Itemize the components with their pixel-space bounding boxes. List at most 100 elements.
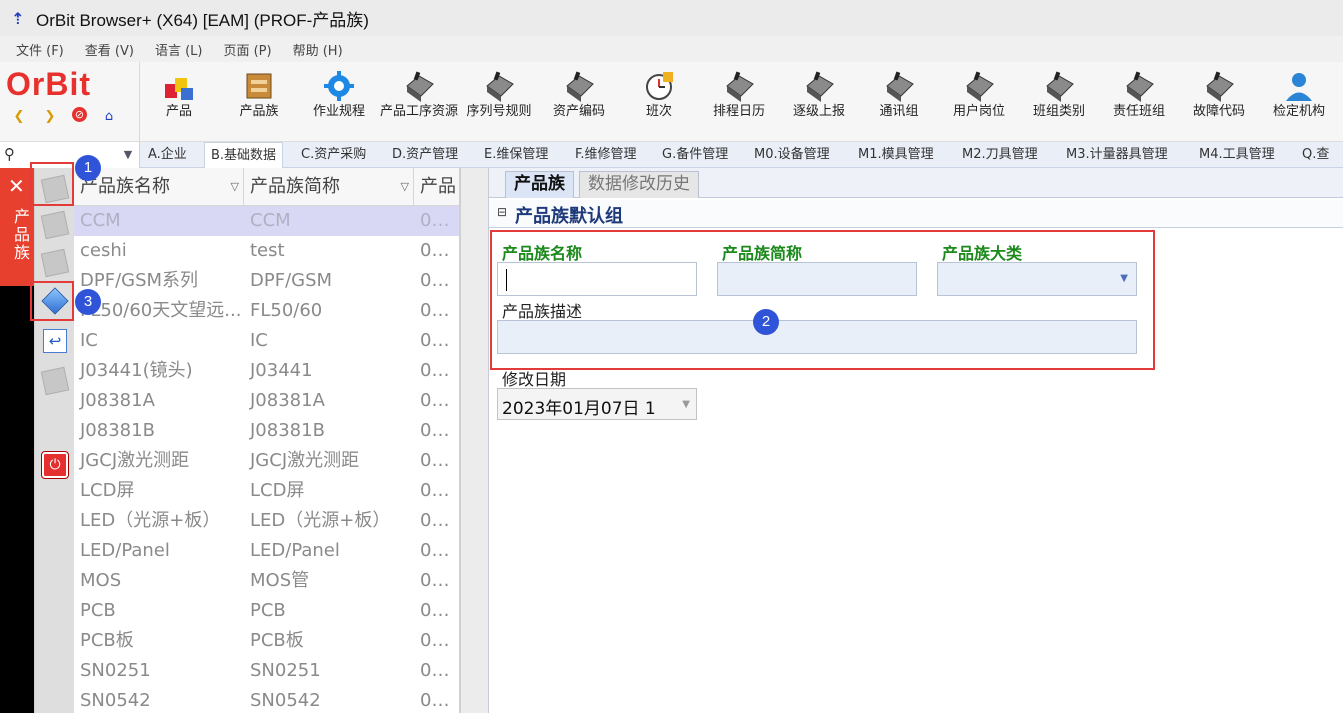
table-row[interactable]: J08381B J08381B 00Cl (74, 416, 459, 446)
module-tab-8[interactable]: M1.模具管理 (852, 142, 940, 168)
table-row[interactable]: JGCJ激光测距 JGCJ激光测距 00Cl (74, 446, 459, 476)
table-cell: 00Cl (420, 360, 460, 381)
scanner-icon (481, 68, 517, 104)
module-tab-12[interactable]: Q.查询 (1296, 142, 1343, 188)
chevron-down-icon[interactable]: ▼ (682, 399, 690, 410)
table-row[interactable]: FL50/60天文望远... FL50/60 00Cl (74, 296, 460, 326)
table-row[interactable]: LED（光源+板） LED（光源+板） 00Cl (74, 506, 460, 536)
table-cell: 00Cl (420, 510, 460, 531)
table-cell: IC (250, 330, 268, 351)
toolbar-button-1[interactable]: 产品族 (219, 66, 299, 142)
menu-file[interactable]: 文件 (F) (16, 40, 64, 59)
back-arrow-icon[interactable]: ❮ (10, 107, 28, 125)
menu-language[interactable]: 语言 (L) (155, 40, 203, 59)
toolbar-button-12[interactable]: 责任班组 (1099, 66, 1179, 142)
toolbar-button-6[interactable]: 班次 (619, 66, 699, 142)
stop-icon[interactable]: ⊘ (72, 107, 87, 122)
side-tab-product-family[interactable]: ✕ 产品族 (0, 168, 34, 286)
toolbar-button-2[interactable]: 作业规程 (299, 66, 379, 142)
table-row[interactable]: J03441(镜头) J03441 00Cl (74, 356, 460, 386)
step-badge-3: 3 (75, 289, 101, 315)
module-tab-10[interactable]: M3.计量器具管理 (1060, 142, 1174, 168)
toolbar-button-label: 逐级上报 (792, 104, 845, 119)
highlight-box-2 (490, 230, 1155, 370)
module-tab-2[interactable]: C.资产采购 (295, 142, 372, 168)
chevron-down-icon[interactable]: ▼ (118, 145, 138, 165)
table-row[interactable]: J08381A J08381A 00Cl (74, 386, 460, 416)
gear-icon (321, 68, 357, 104)
toolbar-button-9[interactable]: 通讯组 (859, 66, 939, 142)
module-tab-6[interactable]: G.备件管理 (656, 142, 734, 168)
module-tab-5[interactable]: F.维修管理 (569, 142, 643, 168)
table-row[interactable]: SN0251 SN0251 00Cl (74, 656, 459, 686)
toolbar-button-4[interactable]: 序列号规则 (459, 66, 539, 142)
toolbar-button-7[interactable]: 排程日历 (699, 66, 779, 142)
table-cell: 00Cl (420, 390, 460, 411)
table-cell: J08381A (80, 390, 155, 411)
module-tab-4[interactable]: E.维保管理 (478, 142, 554, 168)
toolbar-button-label: 产品 (165, 104, 192, 119)
scanner-icon (721, 68, 757, 104)
table-row[interactable]: LCD屏 LCD屏 00Cl (74, 476, 460, 506)
table-cell: LCD屏 (80, 480, 135, 501)
toolbar-button-label: 用户岗位 (952, 104, 1005, 119)
home-icon[interactable]: ⌂ (100, 107, 118, 125)
module-tab-9[interactable]: M2.刀具管理 (956, 142, 1044, 168)
module-tab-11[interactable]: M4.工具管理 (1193, 142, 1281, 168)
column-header-short[interactable]: 产品族简称 ▽ (244, 168, 414, 206)
menu-page[interactable]: 页面 (P) (223, 40, 271, 59)
toolbar-button-label: 序列号规则 (466, 104, 532, 119)
table-cell: SN0542 (80, 690, 151, 711)
forward-arrow-icon[interactable]: ❯ (41, 107, 59, 125)
module-tab-3[interactable]: D.资产管理 (386, 142, 464, 168)
table-cell: DPF/GSM系列 (80, 270, 199, 291)
toolbar-button-11[interactable]: 班组类别 (1019, 66, 1099, 142)
toolbar-button-5[interactable]: 资产编码 (539, 66, 619, 142)
table-row[interactable]: PCB PCB 00Cl (74, 596, 459, 626)
return-icon[interactable]: ↩ (39, 326, 71, 356)
splitter[interactable] (460, 168, 488, 713)
edit-icon[interactable] (39, 248, 71, 278)
table-row[interactable]: LED/Panel LED/Panel 00Cl (74, 536, 459, 566)
toolbar-button-10[interactable]: 用户岗位 (939, 66, 1019, 142)
toolbar-button-8[interactable]: 逐级上报 (779, 66, 859, 142)
table-cell: 00Cl (420, 480, 460, 501)
tab-data-history[interactable]: 数据修改历史 (579, 171, 699, 198)
table-row[interactable]: PCB板 PCB板 00Cl (74, 626, 459, 656)
tab-product-family[interactable]: 产品族 (505, 171, 574, 198)
table-cell: 00Cl (420, 300, 460, 321)
menu-help[interactable]: 帮助 (H) (293, 40, 343, 59)
module-tab-0[interactable]: A.企业 (142, 142, 193, 168)
clock-icon (641, 68, 677, 104)
menu-view[interactable]: 查看 (V) (85, 40, 134, 59)
table-row[interactable]: CCM CCM 00Cl (74, 206, 459, 236)
close-icon[interactable]: ✕ (8, 174, 25, 198)
column-header-product[interactable]: 产品 (414, 168, 459, 206)
table-row[interactable]: SN0542 SN0542 00Cl (74, 686, 459, 713)
toolbar-button-13[interactable]: 故障代码 (1179, 66, 1259, 142)
window-title: OrBit Browser+ (X64) [EAM] (PROF-产品族) (36, 10, 369, 30)
table-row[interactable]: ceshi test 00Cl (74, 236, 460, 266)
exit-icon[interactable]: ⏻ (39, 450, 71, 480)
table-row[interactable]: IC IC 00Cl (74, 326, 459, 356)
copy-icon[interactable] (39, 210, 71, 240)
module-tab-1[interactable]: B.基础数据 (204, 142, 284, 168)
table-cell: 00Cl (420, 240, 460, 261)
toolbar-button-3[interactable]: 产品工序资源 (379, 66, 459, 142)
filter-icon[interactable]: ▽ (401, 168, 409, 206)
group-header[interactable]: ⊟ 产品族默认组 (489, 200, 1343, 228)
toolbar-button-label: 责任班组 (1112, 104, 1165, 119)
toolbar-button-0[interactable]: 产品 (139, 66, 219, 142)
table-cell: SN0542 (250, 690, 321, 711)
modified-date-picker[interactable]: 2023年01月07日 1 ▼ (497, 388, 697, 420)
table-cell: LED（光源+板） (80, 510, 221, 531)
filter-icon[interactable]: ▽ (231, 168, 239, 206)
collapse-icon[interactable]: ⊟ (497, 205, 507, 219)
module-tab-7[interactable]: M0.设备管理 (748, 142, 836, 168)
table-row[interactable]: DPF/GSM系列 DPF/GSM 00Cl (74, 266, 459, 296)
table-cell: ceshi (80, 240, 127, 261)
toolbar-button-14[interactable]: 检定机构 (1259, 66, 1339, 142)
table-row[interactable]: MOS MOS管 00Cl (74, 566, 459, 596)
delete-icon[interactable] (39, 366, 71, 396)
table-cell: test (250, 240, 285, 261)
